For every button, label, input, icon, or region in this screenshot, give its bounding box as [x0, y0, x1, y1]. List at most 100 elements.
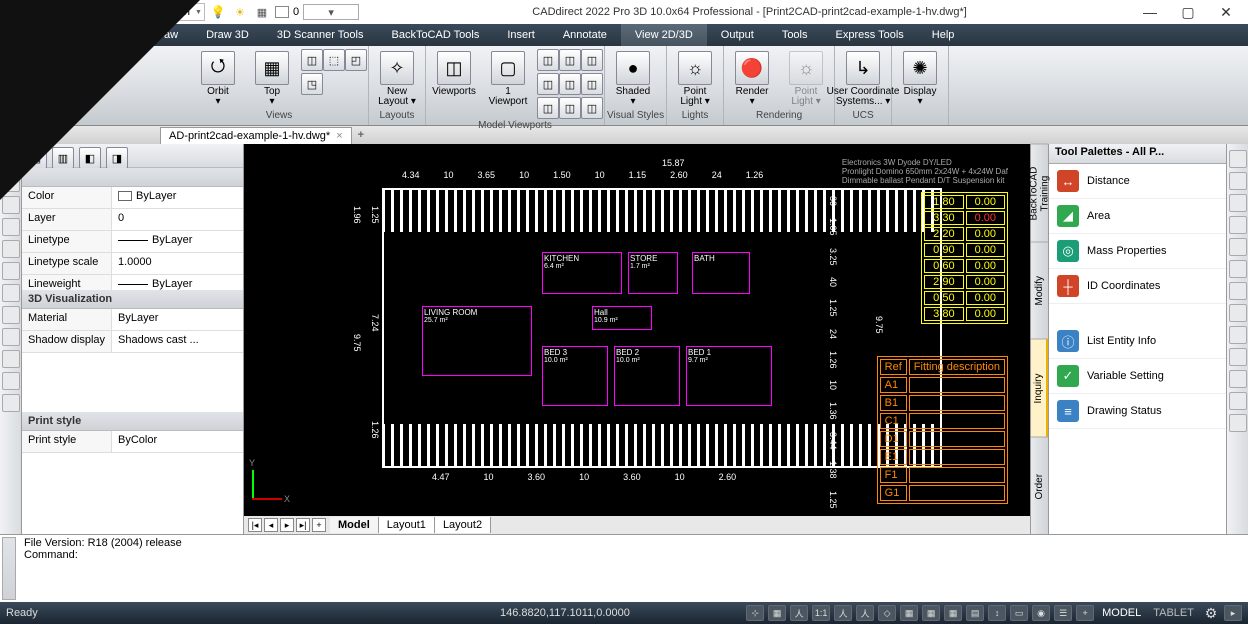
prop-section-3dviz[interactable]: 3D Visualization	[22, 290, 243, 309]
ltb-btn[interactable]	[2, 196, 20, 214]
sb-btn[interactable]: ☰	[1054, 605, 1072, 621]
ribbon-small-button[interactable]: ◳	[301, 73, 323, 95]
palette-mass-properties[interactable]: ◎Mass Properties	[1049, 234, 1226, 269]
ribbon-shaded-button[interactable]: ●Shaded ▾	[607, 48, 659, 110]
palette-drawing-status[interactable]: ≡Drawing Status	[1049, 394, 1226, 429]
qat-layer-swatch[interactable]	[275, 6, 289, 18]
prop-tb-btn[interactable]: ◨	[106, 147, 128, 169]
side-tab-modify[interactable]: Modify	[1031, 242, 1048, 340]
prop-row[interactable]: Shadow displayShadows cast ...	[22, 331, 243, 353]
ribbon-top-button[interactable]: ▦Top ▾	[246, 48, 298, 110]
rtb-btn[interactable]	[1229, 414, 1247, 432]
ltb-btn[interactable]	[2, 350, 20, 368]
sb-btn[interactable]: ◉	[1032, 605, 1050, 621]
ribbon-user-coordinate-button[interactable]: ↳User Coordinate Systems... ▾	[837, 48, 889, 110]
sb-btn[interactable]: 人	[790, 605, 808, 621]
prop-tb-btn[interactable]: ◧	[79, 147, 101, 169]
prop-row[interactable]: Linetype scale1.0000	[22, 253, 243, 275]
rtb-btn[interactable]	[1229, 370, 1247, 388]
ribbon-small-button[interactable]: ◫	[581, 73, 603, 95]
qat-sun-icon[interactable]: ☀	[231, 3, 249, 21]
side-tab-inquiry[interactable]: Inquiry	[1031, 339, 1048, 437]
rtb-btn[interactable]	[1229, 172, 1247, 190]
ltb-btn[interactable]	[2, 372, 20, 390]
ribbon-small-button[interactable]: ◫	[581, 49, 603, 71]
sb-btn[interactable]: ↕	[988, 605, 1006, 621]
prop-val[interactable]: 1.0000	[112, 253, 243, 274]
menu-express-tools[interactable]: Express Tools	[822, 24, 918, 46]
ltb-btn[interactable]	[2, 306, 20, 324]
rtb-btn[interactable]	[1229, 216, 1247, 234]
prop-row[interactable]: Layer0	[22, 209, 243, 231]
prop-val[interactable]: ByLayer	[112, 231, 243, 252]
prop-val[interactable]: ByLayer	[112, 275, 243, 290]
ribbon-small-button[interactable]: ◫	[559, 97, 581, 119]
ribbon-orbit-button[interactable]: ⭯Orbit ▾	[192, 48, 244, 110]
palette-id-coordinates[interactable]: ┼ID Coordinates	[1049, 269, 1226, 304]
prop-row[interactable]: LinetypeByLayer	[22, 231, 243, 253]
sb-btn[interactable]: 1:1	[812, 605, 830, 621]
ribbon-viewports-button[interactable]: ◫Viewports	[428, 48, 480, 100]
qat-dropdown-wide[interactable]: ▾	[303, 4, 359, 20]
prop-row[interactable]: MaterialByLayer	[22, 309, 243, 331]
sb-btn[interactable]: +	[1076, 605, 1094, 621]
layout-nav-last[interactable]: ▸|	[296, 518, 310, 532]
rtb-btn[interactable]	[1229, 150, 1247, 168]
command-line[interactable]: File Version: R18 (2004) release Command…	[0, 534, 1248, 602]
prop-tb-btn[interactable]: ▥	[52, 147, 74, 169]
rtb-btn[interactable]	[1229, 392, 1247, 410]
qat-grid-icon[interactable]: ▦	[253, 3, 271, 21]
menu-tools[interactable]: Tools	[768, 24, 822, 46]
menu-view-2d-3d[interactable]: View 2D/3D	[621, 24, 707, 46]
prop-row[interactable]: LineweightByLayer	[22, 275, 243, 290]
side-tab-order[interactable]: Order	[1031, 437, 1048, 535]
menu-3d-scanner-tools[interactable]: 3D Scanner Tools	[263, 24, 378, 46]
sb-tray-icon[interactable]: ▸	[1224, 605, 1242, 621]
sb-btn[interactable]: ▦	[922, 605, 940, 621]
tab-add-button[interactable]: +	[358, 129, 364, 141]
tab-close-icon[interactable]: ×	[336, 130, 342, 142]
layout-nav-next[interactable]: ▸	[280, 518, 294, 532]
cmdline-grip[interactable]	[2, 537, 16, 600]
sb-btn[interactable]: ▦	[944, 605, 962, 621]
palette-area[interactable]: ◢Area	[1049, 199, 1226, 234]
ltb-btn[interactable]	[2, 284, 20, 302]
prop-row[interactable]: ColorByLayer	[22, 187, 243, 209]
menu-draw-3d[interactable]: Draw 3D	[192, 24, 263, 46]
palette-list-entity-info[interactable]: ⓘList Entity Info	[1049, 324, 1226, 359]
ribbon-small-button[interactable]: ◫	[581, 97, 603, 119]
ltb-btn[interactable]	[2, 394, 20, 412]
qat-bulb-icon[interactable]: 💡	[209, 3, 227, 21]
menu-annotate[interactable]: Annotate	[549, 24, 621, 46]
ribbon-small-button[interactable]: ⬚	[323, 49, 345, 71]
palette-variable-setting[interactable]: ✓Variable Setting	[1049, 359, 1226, 394]
ribbon-point-button[interactable]: ☼Point Light ▾	[780, 48, 832, 110]
palette-distance[interactable]: ↔Distance	[1049, 164, 1226, 199]
sb-gear-icon[interactable]: ⚙	[1202, 605, 1220, 621]
layout-tab-layout1[interactable]: Layout1	[379, 517, 435, 533]
side-tab-backtocad-training[interactable]: BackToCAD Training	[1031, 144, 1048, 242]
sb-btn[interactable]: ▤	[966, 605, 984, 621]
layout-nav-first[interactable]: |◂	[248, 518, 262, 532]
sb-model[interactable]: MODEL	[1098, 607, 1145, 619]
sb-btn[interactable]: ▦	[900, 605, 918, 621]
sb-btn[interactable]: 人	[834, 605, 852, 621]
rtb-btn[interactable]	[1229, 260, 1247, 278]
ribbon-small-button[interactable]: ◫	[559, 73, 581, 95]
ltb-btn[interactable]	[2, 328, 20, 346]
ribbon-display-button[interactable]: ✺Display ▾	[894, 48, 946, 110]
ltb-btn[interactable]	[2, 240, 20, 258]
close-button[interactable]: ✕	[1216, 4, 1236, 21]
layout-nav-prev[interactable]: ◂	[264, 518, 278, 532]
sb-btn[interactable]: 人	[856, 605, 874, 621]
ribbon-small-button[interactable]: ◫	[537, 49, 559, 71]
ribbon-render-button[interactable]: 🔴Render ▾	[726, 48, 778, 110]
sb-btn[interactable]: ▦	[768, 605, 786, 621]
ribbon-small-button[interactable]: ◫	[537, 97, 559, 119]
rtb-btn[interactable]	[1229, 194, 1247, 212]
ribbon-small-button[interactable]: ◫	[537, 73, 559, 95]
prop-val[interactable]: Shadows cast ...	[112, 331, 243, 352]
layout-add[interactable]: +	[312, 518, 326, 532]
ribbon-small-button[interactable]: ◫	[559, 49, 581, 71]
sb-btn[interactable]: ◇	[878, 605, 896, 621]
